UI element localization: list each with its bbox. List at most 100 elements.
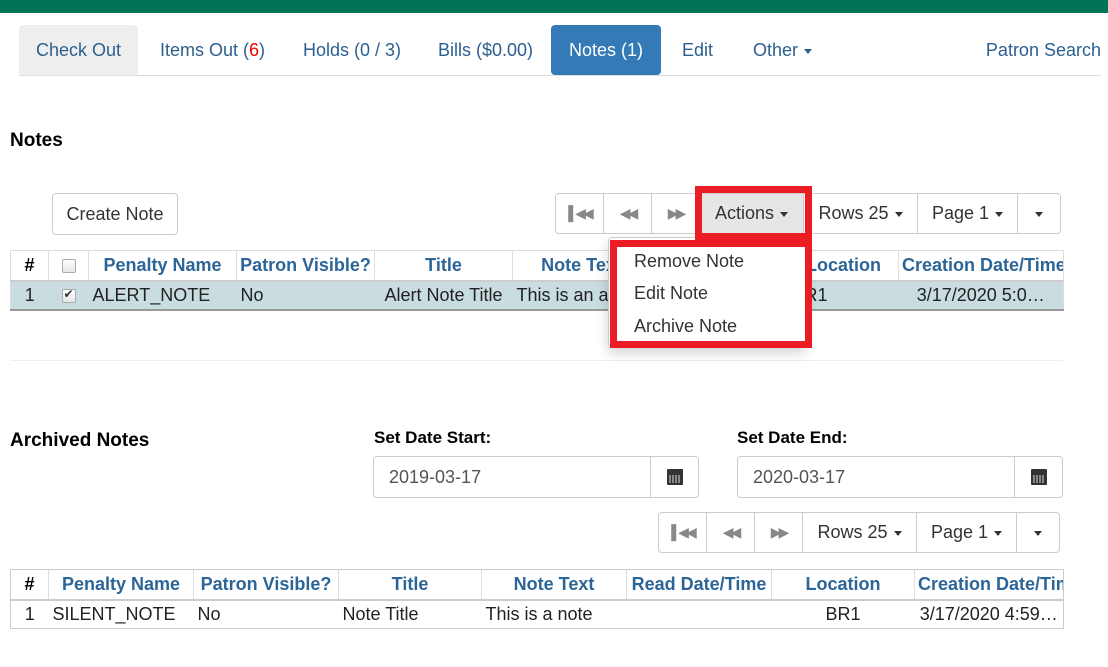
cell-creation-date: 3/17/2020 5:0…	[916, 284, 1045, 305]
col-header-patron-visible[interactable]: Patron Visible?	[193, 569, 339, 601]
menu-item-archive-note[interactable]: Archive Note	[634, 316, 737, 337]
col-header-penalty-name[interactable]: Penalty Name	[88, 250, 237, 282]
tab-patron-search[interactable]: Patron Search	[968, 25, 1101, 75]
notes-heading: Notes	[10, 130, 63, 151]
tab-edit[interactable]: Edit	[664, 25, 731, 75]
calendar-icon	[666, 469, 683, 485]
items-out-count: 6	[249, 40, 260, 60]
chevron-down-icon	[893, 530, 902, 536]
first-page-button[interactable]: ▌◀◀	[556, 194, 604, 233]
tab-items-out-suffix: )	[259, 40, 266, 60]
rows-per-page-button[interactable]: Rows 25	[803, 513, 917, 552]
section-divider	[10, 360, 1063, 361]
date-end-input[interactable]	[738, 457, 1014, 497]
tab-bills[interactable]: Bills ($0.00)	[420, 25, 551, 75]
tab-items-out-label: Items Out (	[160, 40, 250, 60]
chevron-down-icon	[804, 48, 813, 54]
date-end-label: Set Date End:	[737, 428, 848, 447]
table-row[interactable]: 1 SILENT_NOTE No Note Title This is a no…	[10, 600, 1064, 629]
col-header-patron-visible[interactable]: Patron Visible?	[236, 250, 375, 282]
first-page-icon: ▌◀◀	[671, 524, 697, 540]
next-page-icon: ▶▶	[667, 205, 686, 221]
archived-notes-heading: Archived Notes	[10, 430, 150, 451]
archived-notes-table: # Penalty Name Patron Visible? Title Not…	[10, 569, 1064, 629]
tab-holds[interactable]: Holds (0 / 3)	[285, 25, 419, 75]
row-checkbox[interactable]	[61, 287, 76, 303]
rows-per-page-button[interactable]: Rows 25	[804, 194, 918, 233]
rows-label: Rows 25	[817, 522, 888, 542]
cell-patron-visible: No	[240, 284, 264, 305]
col-header-location[interactable]: Location	[771, 569, 915, 601]
menu-item-remove-note[interactable]: Remove Note	[634, 251, 744, 272]
chevron-down-icon	[994, 530, 1003, 536]
cell-patron-visible: No	[197, 603, 221, 624]
tab-items-out[interactable]: Items Out (6)	[142, 25, 283, 75]
actions-button[interactable]: Actions	[700, 194, 804, 233]
cell-read-date	[627, 600, 772, 629]
date-start-field	[373, 456, 699, 498]
actions-label: Actions	[714, 203, 775, 223]
patron-tabs: Check Out Items Out (6) Holds (0 / 3) Bi…	[19, 25, 1101, 76]
create-note-button[interactable]: Create Note	[52, 193, 178, 235]
page-select-button[interactable]: Page 1	[917, 513, 1017, 552]
table-row[interactable]: 1 ALERT_NOTE No Alert Note Title This is…	[10, 280, 1064, 310]
cell-title: Alert Note Title	[384, 284, 503, 305]
archived-header-row: # Penalty Name Patron Visible? Title Not…	[10, 569, 1064, 601]
chevron-down-icon	[1035, 211, 1043, 217]
col-header-creation-date[interactable]: Creation Date/Time	[914, 569, 1064, 601]
col-header-penalty-name[interactable]: Penalty Name	[48, 569, 194, 601]
column-options-button[interactable]	[1017, 513, 1059, 552]
chevron-down-icon	[780, 211, 789, 217]
prev-page-button[interactable]: ◀◀	[604, 194, 652, 233]
col-header-title[interactable]: Title	[338, 569, 482, 601]
cell-number: 1	[24, 284, 35, 305]
tab-notes[interactable]: Notes (1)	[551, 25, 661, 75]
top-bar	[0, 0, 1108, 13]
prev-page-button[interactable]: ◀◀	[707, 513, 755, 552]
notes-header-row: # Penalty Name Patron Visible? Title Not…	[10, 250, 1064, 282]
next-page-button[interactable]: ▶▶	[652, 194, 700, 233]
col-header-select-all[interactable]	[48, 250, 89, 282]
menu-item-edit-note[interactable]: Edit Note	[634, 283, 708, 304]
next-page-icon: ▶▶	[770, 524, 789, 540]
rows-label: Rows 25	[818, 203, 889, 223]
date-start-picker-button[interactable]	[650, 457, 698, 497]
col-header-number: #	[10, 569, 49, 601]
first-page-button[interactable]: ▌◀◀	[659, 513, 707, 552]
tab-other[interactable]: Other	[735, 25, 830, 75]
cell-number: 1	[24, 603, 35, 624]
cell-note-text: This is a note	[485, 603, 593, 624]
cell-select[interactable]	[49, 281, 89, 310]
column-options-button[interactable]	[1018, 194, 1060, 233]
tab-other-label: Other	[753, 40, 799, 60]
cell-penalty-name: ALERT_NOTE	[92, 284, 211, 305]
next-page-button[interactable]: ▶▶	[755, 513, 803, 552]
chevron-down-icon	[1034, 530, 1042, 536]
cell-penalty-name: SILENT_NOTE	[52, 603, 176, 624]
archived-grid-toolbar: ▌◀◀ ◀◀ ▶▶ Rows 25 Page 1	[658, 512, 1060, 553]
calendar-icon	[1030, 469, 1047, 485]
col-header-creation-date[interactable]: Creation Date/Time	[898, 250, 1064, 282]
date-end-picker-button[interactable]	[1014, 457, 1062, 497]
chevron-down-icon	[995, 211, 1004, 217]
page-label: Page 1	[930, 522, 989, 542]
date-start-input[interactable]	[374, 457, 650, 497]
select-all-checkbox[interactable]	[61, 259, 76, 273]
actions-dropdown-menu: Remove Note Edit Note Archive Note	[608, 237, 806, 347]
col-header-number: #	[10, 250, 49, 282]
prev-page-icon: ◀◀	[722, 524, 741, 540]
page-label: Page 1	[931, 203, 990, 223]
col-header-note-text[interactable]: Note Text	[481, 569, 627, 601]
cell-title: Note Title	[342, 603, 419, 624]
first-page-icon: ▌◀◀	[568, 205, 594, 221]
col-header-read-date[interactable]: Read Date/Time	[626, 569, 772, 601]
notes-grid-toolbar: ▌◀◀ ◀◀ ▶▶ Actions Rows 25 Page 1	[555, 193, 1061, 234]
date-start-label: Set Date Start:	[374, 428, 492, 447]
col-header-title[interactable]: Title	[374, 250, 513, 282]
cell-location: BR1	[825, 603, 861, 624]
chevron-down-icon	[894, 211, 903, 217]
prev-page-icon: ◀◀	[619, 205, 638, 221]
tab-check-out[interactable]: Check Out	[19, 25, 138, 75]
date-end-field	[737, 456, 1063, 498]
page-select-button[interactable]: Page 1	[918, 194, 1018, 233]
